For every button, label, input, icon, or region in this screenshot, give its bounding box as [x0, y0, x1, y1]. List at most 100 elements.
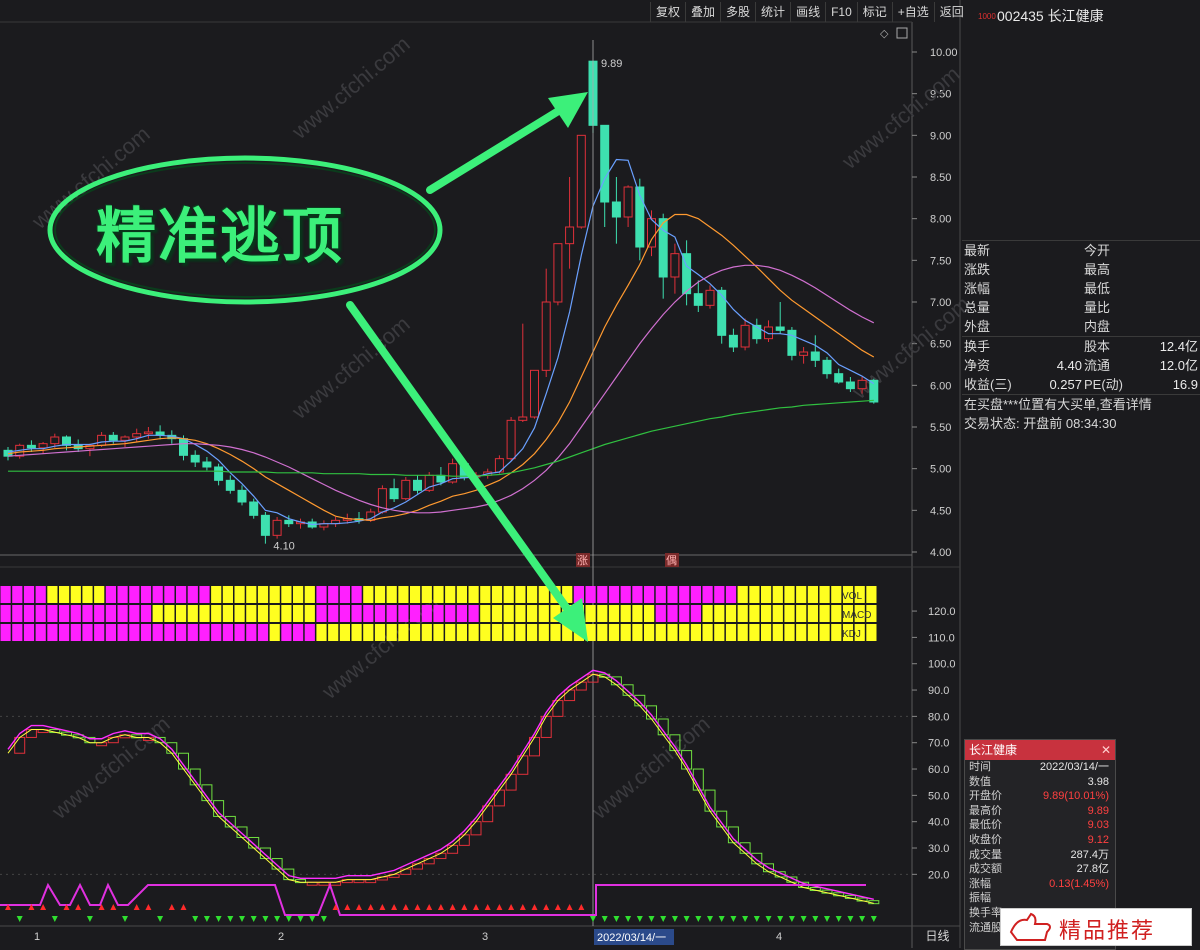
toolbar-overlay-button[interactable]: 叠加: [685, 2, 720, 22]
signal-cell: [35, 624, 46, 641]
indicator-tick-label: 110.0: [928, 632, 955, 644]
signal-cell: [199, 605, 210, 622]
signal-cell: [129, 624, 140, 641]
signal-cell: [257, 624, 269, 641]
toolbar-statistics-button[interactable]: 统计: [755, 2, 790, 22]
signal-cell: [714, 605, 725, 622]
popup-row: 收盘价 9.12: [965, 833, 1115, 848]
thumb-logo-icon: [1009, 912, 1051, 941]
quote-label: 收益(三): [964, 377, 1012, 392]
stock-code-name[interactable]: 002435 长江健康: [997, 6, 1104, 26]
toolbar-add-watchlist-button[interactable]: +自选: [891, 2, 934, 22]
candle-body: [143, 431, 153, 435]
signal-cell: [246, 586, 257, 603]
toolbar-mark-button[interactable]: 标记: [856, 2, 892, 22]
popup-row-label: 涨幅: [969, 877, 991, 890]
quote-label: 涨幅: [964, 281, 991, 296]
candle-body: [623, 186, 633, 218]
main-chart-area: [0, 22, 912, 948]
signal-cell: [363, 605, 374, 622]
candle-body: [179, 438, 188, 456]
signal-cell: [222, 605, 233, 622]
signal-cell: [234, 586, 245, 603]
signal-cell: [445, 586, 456, 603]
signal-cell: [491, 624, 503, 641]
toolbar-restore-rights-button[interactable]: 复权: [650, 2, 685, 22]
signal-cell: [47, 624, 58, 641]
signal-row-label: KDJ: [842, 629, 861, 640]
price-tick-label: 8.00: [930, 214, 951, 226]
popup-row: 振幅: [965, 891, 1115, 906]
signal-cell: [468, 586, 479, 603]
price-tick-label: 5.50: [930, 422, 951, 434]
candle-body: [764, 326, 773, 340]
signal-cell: [35, 605, 46, 622]
signal-cell: [12, 586, 23, 603]
candle-body: [436, 474, 446, 483]
signal-cell: [608, 586, 620, 603]
signal-cell: [47, 586, 58, 603]
period-button[interactable]: 日线: [915, 926, 960, 946]
quote-row: 净资 4.40 流通 12.0亿: [962, 356, 1200, 375]
candle-body: [38, 443, 48, 449]
signal-cell: [47, 605, 58, 622]
big-order-notice[interactable]: 在买盘***位置有大买单,查看详情: [962, 394, 1200, 414]
popup-row-label: 开盘价: [969, 790, 1002, 803]
popup-title: 长江健康: [969, 743, 1018, 757]
candle-body: [787, 329, 797, 356]
indicator-tick-label: 30.0: [928, 843, 949, 855]
notice-text[interactable]: 在买盘***位置有大买单,查看详情: [964, 395, 1152, 414]
toolbar-multi-stock-button[interactable]: 多股: [720, 2, 755, 22]
candle-body: [132, 433, 142, 438]
quote-label: 今开: [1084, 243, 1111, 258]
signal-cell: [129, 586, 140, 603]
signal-cell: [421, 586, 432, 603]
price-tick-label: 4.50: [930, 505, 951, 517]
popup-row-value: 2022/03/14/一: [1039, 761, 1109, 773]
signal-cell: [234, 605, 245, 622]
popup-header: 长江健康 ✕: [965, 740, 1115, 760]
candle-body: [611, 201, 621, 218]
popup-row: 最低价 9.03: [965, 818, 1115, 833]
signal-cell: [339, 624, 350, 641]
signal-cell: [117, 624, 128, 641]
quote-value: 12.0亿: [1159, 358, 1198, 373]
signal-cell: [328, 624, 339, 641]
quote-label: 净资: [964, 358, 991, 373]
signal-cell: [269, 605, 280, 622]
signal-cell: [644, 586, 655, 603]
signal-cell: [23, 586, 35, 603]
indicator-tick-label: 90.0: [928, 685, 949, 697]
candle-body: [553, 243, 563, 303]
candle-body: [249, 501, 259, 516]
callout-text: 精准逃顶: [96, 203, 344, 270]
quote-row: 外盘 内盘: [962, 317, 1200, 336]
signal-cell: [679, 605, 690, 622]
signal-cell: [105, 586, 116, 603]
candle-body: [401, 479, 411, 500]
signal-cell: [480, 624, 491, 641]
signal-cell: [445, 624, 456, 641]
signal-cell: [644, 605, 655, 622]
signal-cell: [82, 624, 93, 641]
signal-cell: [140, 605, 152, 622]
toolbar-draw-line-button[interactable]: 画线: [790, 2, 825, 22]
quote-label: 股本: [1084, 339, 1111, 354]
signal-cell: [82, 586, 93, 603]
toolbar-f10-button[interactable]: F10: [825, 2, 857, 22]
signal-cell: [117, 605, 128, 622]
candle-body: [190, 454, 200, 463]
signal-cell: [94, 605, 105, 622]
signal-cell: [714, 586, 725, 603]
signal-cell: [796, 586, 807, 603]
cursor-date-label: 2022/03/14/一: [597, 932, 666, 944]
signal-cell: [199, 624, 210, 641]
stock-header: 1000 002435 长江健康: [962, 4, 1200, 26]
signal-cell: [597, 605, 608, 622]
candle-body: [647, 218, 656, 248]
signal-cell: [374, 605, 386, 622]
close-icon[interactable]: ✕: [1101, 740, 1111, 760]
signal-cell: [398, 605, 409, 622]
quote-value: 12.4亿: [1159, 339, 1198, 354]
signal-cell: [339, 586, 350, 603]
